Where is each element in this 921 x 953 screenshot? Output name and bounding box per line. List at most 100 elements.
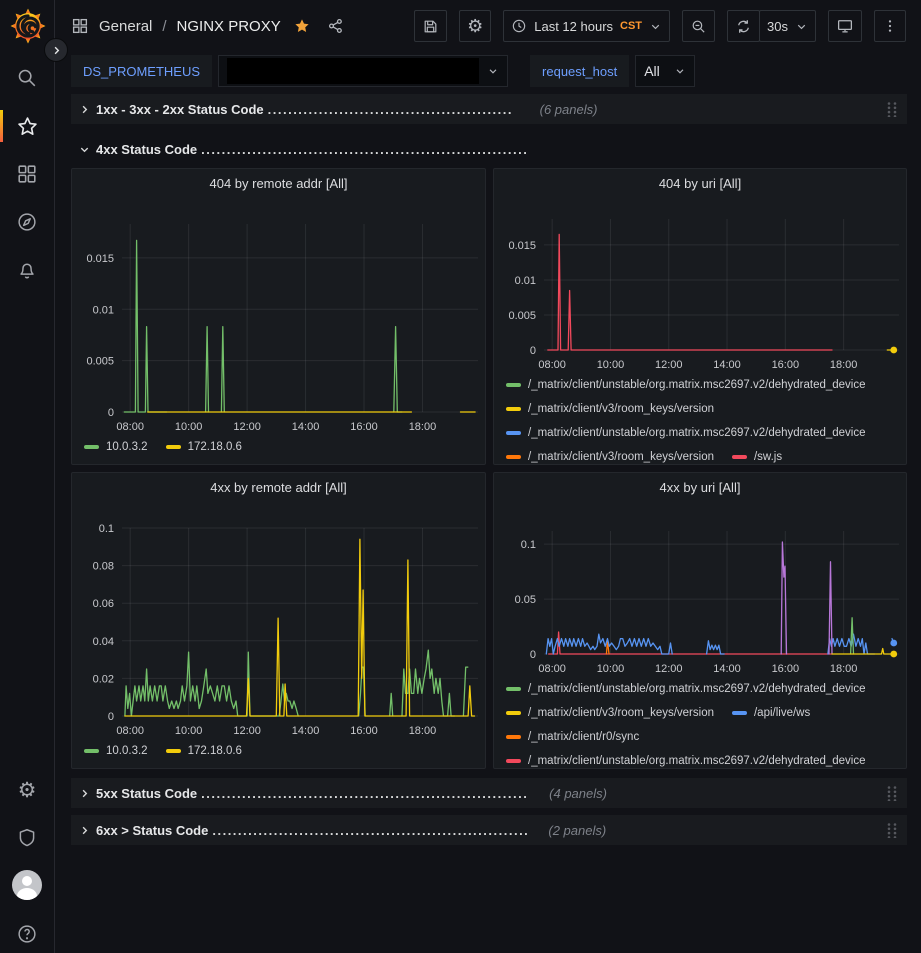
legend-label: /_matrix/client/unstable/org.matrix.msc2… [528,427,866,439]
legend-swatch [506,735,521,739]
panel-title[interactable]: 4xx by remote addr [All] [72,473,485,503]
row-title: 5xx Status Code [96,786,197,801]
x-axis-label: 16:00 [772,663,800,675]
host-variable-value: All [644,63,660,79]
dashboard-settings-button[interactable]: ⚙ [459,10,491,42]
legend-item[interactable]: 10.0.3.2 [84,435,148,459]
series-end-dot [890,640,897,647]
legend-item[interactable]: /_matrix/client/v3/room_keys/version [506,445,714,463]
legend-item[interactable]: /_matrix/client/unstable/org.matrix.msc2… [506,373,866,397]
row-drag-handle[interactable] [885,822,899,838]
refresh-button[interactable] [727,10,760,42]
row-header-1xx-3xx-2xx[interactable]: 1xx - 3xx - 2xx Status Code ............… [71,94,907,124]
x-axis-label: 14:00 [292,725,320,737]
timezone-label: CST [620,20,642,32]
refresh-interval-dropdown[interactable]: 30s [759,10,816,42]
breadcrumb: General / NGINX PROXY [71,17,345,35]
host-variable-label[interactable]: request_host [530,55,629,87]
legend-item[interactable]: /_matrix/client/v3/room_keys/version [506,397,714,421]
tv-mode-button[interactable] [828,10,862,42]
x-axis-label: 12:00 [233,725,261,737]
x-axis-label: 08:00 [116,725,144,737]
legend-swatch [732,711,747,715]
legend-swatch [506,407,521,411]
legend-item[interactable]: /_matrix/client/unstable/org.matrix.msc2… [506,421,866,445]
x-axis-label: 08:00 [116,421,144,433]
legend-swatch [506,711,521,715]
series-line [548,234,832,350]
share-icon[interactable] [327,17,345,35]
row-panel-count: (6 panels) [540,102,598,117]
favorite-star-icon[interactable] [293,17,311,35]
breadcrumb-dashboard-title[interactable]: NGINX PROXY [177,18,281,35]
zoom-out-time-button[interactable] [682,10,715,42]
row-drag-handle[interactable] [885,101,899,117]
datasource-variable-dropdown[interactable] [218,55,508,87]
time-range-label: Last 12 hours [534,19,613,34]
x-axis-label: 14:00 [292,421,320,433]
legend-item[interactable]: 172.18.0.6 [166,739,242,763]
chevron-down-icon [487,65,499,77]
clock-icon [511,18,527,34]
series-line [546,634,672,654]
grafana-logo[interactable] [10,8,46,44]
server-admin-shield-icon[interactable] [0,823,54,853]
help-icon[interactable] [0,919,54,949]
row-header-5xx[interactable]: 5xx Status Code ........................… [71,778,907,808]
row-header-6xx[interactable]: 6xx > Status Code ......................… [71,815,907,845]
legend-label: 172.18.0.6 [188,745,242,757]
panel-title[interactable]: 404 by uri [All] [494,169,906,199]
legend-item[interactable]: /api/live/ws [732,701,810,725]
y-axis-label: 0.02 [93,673,114,685]
legend-item[interactable]: /_matrix/client/unstable/org.matrix.msc2… [506,677,866,701]
series-end-dot [890,651,897,658]
y-axis-label: 0 [530,345,536,357]
legend-item[interactable]: /_matrix/client/v3/room_keys/version [506,701,714,725]
chevron-down-icon [795,20,808,33]
legend-label: /_matrix/client/r0/sync [528,731,639,743]
y-axis-label: 0.04 [93,636,114,648]
explore-icon[interactable] [0,207,54,237]
panel-title[interactable]: 404 by remote addr [All] [72,169,485,199]
alerting-bell-icon[interactable] [0,255,54,285]
dashboards-icon[interactable] [0,159,54,189]
row-title: 6xx > Status Code [96,823,208,838]
time-range-picker[interactable]: Last 12 hours CST [503,10,670,42]
panel-4xx-by-remote-addr: 08:0010:0012:0014:0016:0018:0000.020.040… [71,472,486,769]
legend-label: /_matrix/client/v3/room_keys/version [528,707,714,719]
x-axis-label: 18:00 [830,663,858,675]
datasource-variable-label[interactable]: DS_PROMETHEUS [71,55,212,87]
y-axis-label: 0.015 [508,240,536,252]
search-icon[interactable] [0,63,54,93]
main-area: General / NGINX PROXY ⚙ Last 12 hours CS… [56,0,921,953]
x-axis-label: 14:00 [713,359,741,371]
y-axis-label: 0.05 [515,594,536,606]
legend-label: /api/live/ws [754,707,810,719]
dashboards-grid-icon [71,17,89,35]
configuration-gear-icon[interactable]: ⚙ [0,775,54,805]
row-drag-handle[interactable] [885,785,899,801]
legend-swatch [84,445,99,449]
starred-icon[interactable] [0,111,54,141]
legend-item[interactable]: /_matrix/client/r0/sync [506,725,639,749]
legend-label: 172.18.0.6 [188,441,242,453]
legend-item[interactable]: 10.0.3.2 [84,739,148,763]
legend-swatch [506,687,521,691]
profile-avatar[interactable] [0,870,54,900]
series-line [892,639,894,643]
breadcrumb-section[interactable]: General [99,18,152,35]
legend-item[interactable]: /sw.js [732,445,782,463]
host-variable-dropdown[interactable]: All [635,55,695,87]
legend-item[interactable]: 172.18.0.6 [166,435,242,459]
save-dashboard-button[interactable] [414,10,447,42]
y-axis-label: 0.005 [508,310,536,322]
panel-title[interactable]: 4xx by uri [All] [494,473,906,503]
series-line [829,562,832,654]
row-header-4xx[interactable]: 4xx Status Code ........................… [71,134,907,164]
chevron-right-icon [79,825,90,836]
x-axis-label: 16:00 [350,725,378,737]
kebab-menu-button[interactable] [874,10,906,42]
legend-item[interactable]: /_matrix/client/unstable/org.matrix.msc2… [506,749,866,767]
series-line [206,327,209,412]
sidebar-expand-button[interactable] [44,38,68,62]
